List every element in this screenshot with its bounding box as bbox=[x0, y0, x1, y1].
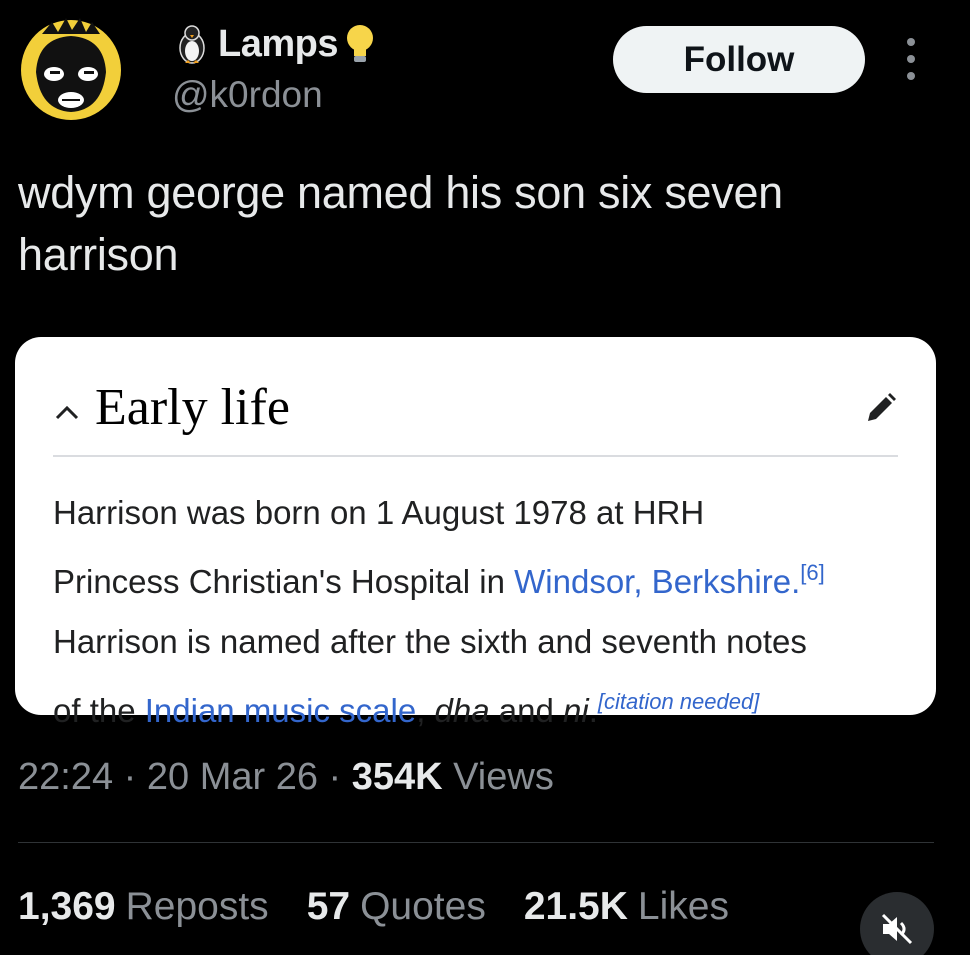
tweet-time[interactable]: 22:24 bbox=[18, 756, 113, 798]
avatar[interactable] bbox=[12, 14, 130, 122]
reference-6-link[interactable]: [6] bbox=[800, 560, 824, 585]
section-divider bbox=[53, 455, 898, 457]
reposts-label: Reposts bbox=[125, 885, 269, 928]
body-text: , bbox=[416, 692, 435, 729]
body-italic: dha bbox=[434, 692, 490, 729]
more-vertical-icon[interactable] bbox=[900, 34, 922, 84]
chevron-up-icon[interactable] bbox=[53, 398, 81, 426]
views-label: Views bbox=[442, 756, 554, 798]
windsor-link[interactable]: Windsor, Berkshire. bbox=[514, 563, 800, 600]
tweet-text: wdym george named his son six seven harr… bbox=[18, 167, 783, 280]
tweet-meta: 22:24 · 20 Mar 26 · 354K Views bbox=[18, 756, 554, 799]
likes-label: Likes bbox=[637, 885, 729, 928]
penguin-emoji-icon bbox=[179, 25, 205, 64]
tweet-date[interactable]: 20 Mar 26 bbox=[147, 756, 318, 798]
user-handle[interactable]: @k0rdon bbox=[172, 74, 323, 116]
body-text: of the bbox=[53, 692, 145, 729]
divider bbox=[18, 842, 934, 843]
quotes-stat[interactable]: 57 Quotes bbox=[307, 885, 486, 929]
likes-stat[interactable]: 21.5K Likes bbox=[524, 885, 729, 929]
follow-button[interactable]: Follow bbox=[613, 26, 865, 93]
reposts-stat[interactable]: 1,369 Reposts bbox=[18, 885, 269, 929]
citation-needed-link[interactable]: [citation needed] bbox=[598, 689, 759, 714]
body-line: Harrison was born on 1 August 1978 at HR… bbox=[53, 494, 705, 531]
body-text: . bbox=[588, 692, 598, 729]
wiki-screenshot-card[interactable]: Early life Harrison was born on 1 August… bbox=[15, 337, 936, 729]
muted-speaker-icon bbox=[881, 913, 913, 945]
body-line: Harrison is named after the sixth and se… bbox=[53, 623, 807, 660]
body-text: and bbox=[489, 692, 564, 729]
body-italic: ni bbox=[563, 692, 589, 729]
pencil-icon[interactable] bbox=[862, 391, 898, 427]
indian-music-scale-link[interactable]: Indian music scale bbox=[145, 692, 416, 729]
quotes-count: 57 bbox=[306, 885, 351, 928]
quotes-label: Quotes bbox=[360, 885, 486, 928]
separator: · bbox=[317, 756, 352, 798]
mute-button[interactable] bbox=[860, 892, 934, 955]
body-line: of the Indian music scale, dha and ni.[c… bbox=[53, 672, 913, 741]
views-count: 354K bbox=[351, 756, 443, 798]
display-name[interactable]: Lamps bbox=[218, 23, 338, 66]
section-body: Harrison was born on 1 August 1978 at HR… bbox=[53, 483, 913, 741]
section-header[interactable]: Early life bbox=[53, 357, 898, 457]
body-text: Princess Christian's Hospital in bbox=[53, 563, 515, 600]
reposts-count: 1,369 bbox=[18, 885, 116, 928]
lightbulb-emoji-icon bbox=[346, 25, 373, 62]
likes-count: 21.5K bbox=[523, 885, 628, 928]
engagement-stats: 1,369 Reposts 57 Quotes 21.5K Likes bbox=[18, 885, 729, 929]
separator: · bbox=[113, 756, 147, 798]
section-title: Early life bbox=[95, 378, 290, 436]
body-line: Princess Christian's Hospital in Windsor… bbox=[53, 543, 913, 612]
